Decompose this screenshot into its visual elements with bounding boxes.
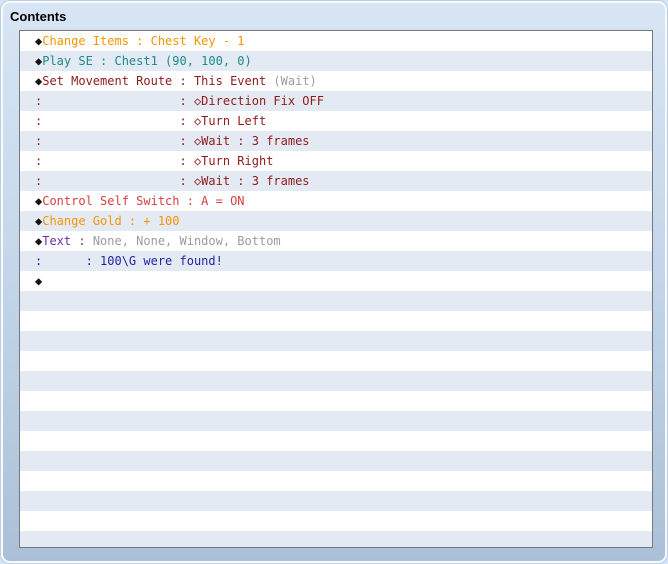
event-command-row[interactable]: ◆Change Items : Chest Key - 1 <box>20 31 652 51</box>
event-command-row[interactable]: ◆ <box>20 271 652 291</box>
command-diamond-marker: ◆ <box>35 274 42 288</box>
empty-row[interactable] <box>20 331 652 351</box>
empty-row[interactable] <box>20 471 652 491</box>
command-text-segment: Change Gold : + 100 <box>42 214 179 228</box>
empty-row[interactable] <box>20 371 652 391</box>
event-contents-list[interactable]: ◆Change Items : Chest Key - 1◆Play SE : … <box>19 30 653 548</box>
command-text-segment: Set Movement Route : This Event <box>42 74 273 88</box>
command-text-segment: : : ◇Direction Fix OFF <box>35 94 324 108</box>
empty-row[interactable] <box>20 531 652 548</box>
empty-row[interactable] <box>20 391 652 411</box>
command-text-segment: None, None, Window, Bottom <box>93 234 281 248</box>
command-text-segment: : : ◇Wait : 3 frames <box>35 174 310 188</box>
empty-row[interactable] <box>20 511 652 531</box>
event-command-row[interactable]: : : ◇Wait : 3 frames <box>20 171 652 191</box>
event-command-row[interactable]: ◆Play SE : Chest1 (90, 100, 0) <box>20 51 652 71</box>
command-text-segment: : : ◇Wait : 3 frames <box>35 134 310 148</box>
empty-row[interactable] <box>20 431 652 451</box>
empty-row[interactable] <box>20 451 652 471</box>
command-text-segment: : : 100\G were found! <box>35 254 223 268</box>
event-command-row[interactable]: : : 100\G were found! <box>20 251 652 271</box>
event-command-row[interactable]: : : ◇Direction Fix OFF <box>20 91 652 111</box>
event-command-row[interactable]: ◆Text : None, None, Window, Bottom <box>20 231 652 251</box>
empty-row[interactable] <box>20 411 652 431</box>
empty-row[interactable] <box>20 491 652 511</box>
command-text-segment: : : ◇Turn Right <box>35 154 273 168</box>
command-text-segment: Change Items : Chest Key - 1 <box>42 34 244 48</box>
command-text-segment: Text : <box>42 234 93 248</box>
empty-row[interactable] <box>20 351 652 371</box>
event-command-row[interactable]: ◆Control Self Switch : A = ON <box>20 191 652 211</box>
command-text-segment: Play SE : Chest1 (90, 100, 0) <box>42 54 252 68</box>
command-text-segment: : : ◇Turn Left <box>35 114 266 128</box>
event-command-row[interactable]: : : ◇Turn Left <box>20 111 652 131</box>
command-text-segment: (Wait) <box>273 74 316 88</box>
empty-row[interactable] <box>20 311 652 331</box>
event-command-row[interactable]: : : ◇Wait : 3 frames <box>20 131 652 151</box>
command-text-segment: Control Self Switch : A = ON <box>42 194 244 208</box>
empty-row[interactable] <box>20 291 652 311</box>
event-command-row[interactable]: ◆Change Gold : + 100 <box>20 211 652 231</box>
event-command-row[interactable]: : : ◇Turn Right <box>20 151 652 171</box>
event-command-row[interactable]: ◆Set Movement Route : This Event (Wait) <box>20 71 652 91</box>
event-contents-dialog: Contents ◆Change Items : Chest Key - 1◆P… <box>1 1 667 563</box>
contents-label: Contents <box>10 9 66 24</box>
